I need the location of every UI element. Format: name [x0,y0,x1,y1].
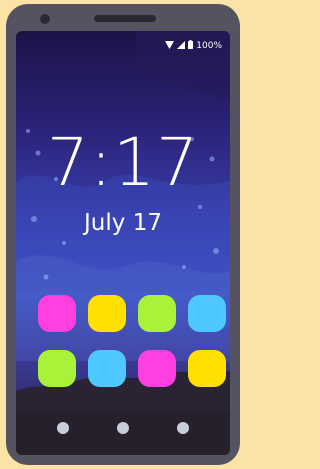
app-6-icon[interactable] [88,350,126,387]
navigation-bar [16,412,230,455]
app-3-icon[interactable] [138,295,176,332]
battery-icon [188,40,194,52]
app-7-icon[interactable] [138,350,176,387]
app-grid [38,295,226,387]
home-button[interactable] [117,422,129,434]
cell-signal-icon [177,40,186,52]
battery-percentage: 100% [196,41,222,51]
front-camera [40,14,50,24]
earpiece-speaker [94,15,156,22]
app-4-icon[interactable] [188,295,226,332]
back-button[interactable] [57,422,69,434]
phone-frame: 100% 7:17 July 17 [6,4,240,465]
status-bar: 100% [165,39,222,53]
app-5-icon[interactable] [38,350,76,387]
illustration-background: 100% 7:17 July 17 [0,0,246,469]
lock-screen-clock: 7:17 [46,124,200,201]
app-8-icon[interactable] [188,350,226,387]
phone-screen: 100% 7:17 July 17 [16,31,230,455]
app-2-icon[interactable] [88,295,126,332]
wifi-icon [165,40,175,52]
wallpaper [16,31,230,455]
app-1-icon[interactable] [38,295,76,332]
lock-screen-date: July 17 [84,210,162,236]
recents-button[interactable] [177,422,189,434]
